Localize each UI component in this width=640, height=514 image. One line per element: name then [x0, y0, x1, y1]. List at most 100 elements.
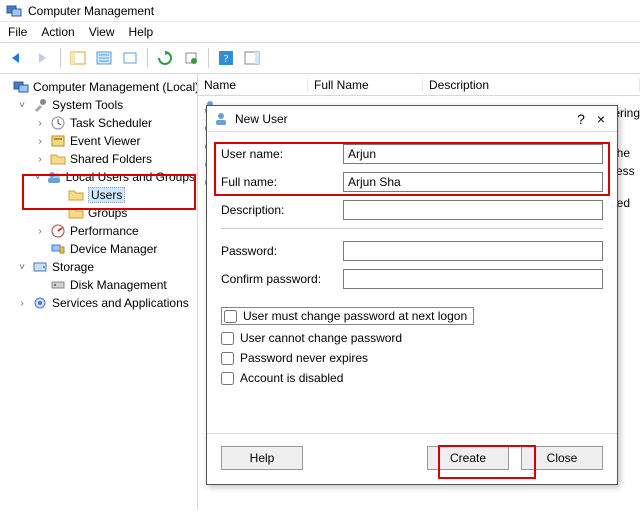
titlebar: Computer Management	[0, 0, 640, 22]
tree-label: System Tools	[52, 98, 123, 112]
back-button[interactable]	[6, 47, 28, 69]
tree-label: Groups	[88, 206, 127, 220]
tree-task-scheduler[interactable]: › Task Scheduler	[2, 114, 195, 132]
toolbar: ?	[0, 43, 640, 74]
gear-icon	[32, 295, 48, 311]
menu-view[interactable]: View	[89, 25, 115, 39]
dialog-help-button[interactable]: ?	[571, 111, 591, 127]
collapse-icon[interactable]: ˅	[16, 100, 28, 111]
svg-text:?: ?	[224, 53, 229, 65]
dialog-button-row: Help Create Close	[207, 433, 617, 484]
confirm-password-input[interactable]	[343, 269, 603, 289]
menu-action[interactable]: Action	[41, 25, 74, 39]
event-icon	[50, 133, 66, 149]
tree-pane: ▾ Computer Management (Local) ˅ System T…	[0, 74, 198, 510]
storage-icon	[32, 259, 48, 275]
cannot-change-checkbox[interactable]	[221, 332, 234, 345]
username-input[interactable]	[343, 144, 603, 164]
password-label: Password:	[221, 244, 343, 258]
col-description[interactable]: Description	[423, 78, 640, 92]
computer-icon	[13, 79, 29, 95]
fullname-label: Full name:	[221, 175, 343, 189]
fullname-input[interactable]	[343, 172, 603, 192]
performance-icon	[50, 223, 66, 239]
tree-storage[interactable]: ˅ Storage	[2, 258, 195, 276]
tree-system-tools[interactable]: ˅ System Tools	[2, 96, 195, 114]
app-icon	[6, 3, 22, 19]
menubar: File Action View Help	[0, 22, 640, 43]
collapse-icon[interactable]: ˅	[16, 262, 28, 273]
tree-label: Users	[91, 188, 122, 202]
create-button[interactable]: Create	[427, 446, 509, 470]
col-fullname[interactable]: Full Name	[308, 78, 423, 92]
tree-event-viewer[interactable]: › Event Viewer	[2, 132, 195, 150]
tree-disk-management[interactable]: · Disk Management	[2, 276, 195, 294]
tree-groups[interactable]: · Groups	[2, 204, 195, 222]
actions-pane-button[interactable]	[241, 47, 263, 69]
close-button[interactable]: Close	[521, 446, 603, 470]
tree-label: Services and Applications	[52, 296, 189, 310]
folder-icon	[50, 151, 66, 167]
col-name[interactable]: Name	[198, 78, 308, 92]
must-change-label: User must change password at next logon	[243, 309, 467, 323]
tree-local-users-groups[interactable]: ˅ Local Users and Groups	[2, 168, 195, 186]
disabled-checkbox[interactable]	[221, 372, 234, 385]
tree-services-apps[interactable]: › Services and Applications	[2, 294, 195, 312]
disabled-label: Account is disabled	[240, 371, 343, 385]
divider	[221, 228, 603, 229]
list-header: Name Full Name Description	[198, 74, 640, 96]
toolbar-separator	[147, 48, 148, 68]
dialog-body: User name: Full name: Description: Passw…	[207, 132, 617, 433]
tree-label: Disk Management	[70, 278, 167, 292]
new-user-dialog: New User ? × User name: Full name: Descr…	[206, 105, 618, 485]
forward-button[interactable]	[32, 47, 54, 69]
user-icon	[213, 111, 229, 127]
tree-performance[interactable]: › Performance	[2, 222, 195, 240]
tree-root[interactable]: ▾ Computer Management (Local)	[2, 78, 195, 96]
expand-icon[interactable]: ›	[34, 118, 46, 129]
expand-icon[interactable]: ›	[34, 226, 46, 237]
toolbar-separator	[208, 48, 209, 68]
tool-button[interactable]	[180, 47, 202, 69]
users-icon	[46, 169, 62, 185]
tree-shared-folders[interactable]: › Shared Folders	[2, 150, 195, 168]
dialog-titlebar: New User ? ×	[207, 106, 617, 132]
toolbar-separator	[60, 48, 61, 68]
export-button[interactable]	[119, 47, 141, 69]
expand-icon[interactable]: ›	[34, 136, 46, 147]
tree-label: Event Viewer	[70, 134, 140, 148]
help-button[interactable]: ?	[215, 47, 237, 69]
tree-users[interactable]: · Users	[2, 186, 195, 204]
never-expires-checkbox[interactable]	[221, 352, 234, 365]
tree-device-manager[interactable]: · Device Manager	[2, 240, 195, 258]
tree-label: Task Scheduler	[70, 116, 152, 130]
menu-help[interactable]: Help	[129, 25, 154, 39]
tree-label: Performance	[70, 224, 139, 238]
tree-label: Device Manager	[70, 242, 157, 256]
expand-icon[interactable]: ›	[34, 154, 46, 165]
device-icon	[50, 241, 66, 257]
menu-file[interactable]: File	[8, 25, 27, 39]
folder-icon	[68, 187, 84, 203]
username-label: User name:	[221, 147, 343, 161]
show-hide-pane-button[interactable]	[67, 47, 89, 69]
dialog-title: New User	[235, 112, 288, 126]
tree-label: Local Users and Groups	[66, 170, 195, 184]
confirm-password-label: Confirm password:	[221, 272, 343, 286]
refresh-button[interactable]	[154, 47, 176, 69]
description-label: Description:	[221, 203, 343, 217]
clock-icon	[50, 115, 66, 131]
collapse-icon[interactable]: ˅	[34, 172, 42, 183]
password-input[interactable]	[343, 241, 603, 261]
must-change-checkbox[interactable]	[224, 310, 237, 323]
cannot-change-label: User cannot change password	[240, 331, 402, 345]
help-button[interactable]: Help	[221, 446, 303, 470]
tools-icon	[32, 97, 48, 113]
tree-label: Storage	[52, 260, 94, 274]
never-expires-label: Password never expires	[240, 351, 368, 365]
window-title: Computer Management	[28, 4, 154, 18]
description-input[interactable]	[343, 200, 603, 220]
properties-button[interactable]	[93, 47, 115, 69]
expand-icon[interactable]: ›	[16, 298, 28, 309]
dialog-close-button[interactable]: ×	[591, 111, 611, 127]
